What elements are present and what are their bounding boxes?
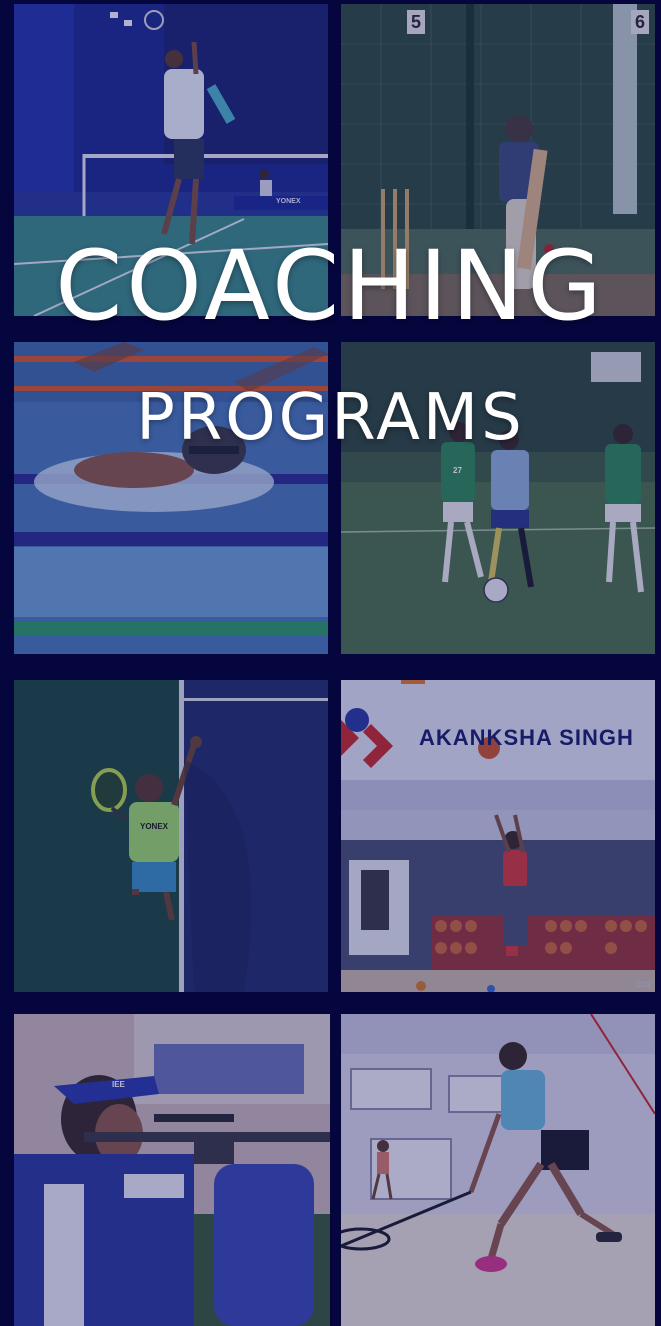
- badminton-photo: [14, 4, 328, 316]
- shooting-photo: [14, 1014, 330, 1326]
- squash-tile[interactable]: [341, 1014, 655, 1326]
- cricket-tile[interactable]: 5 6: [341, 4, 655, 316]
- visor-text: IEE: [112, 1080, 125, 1089]
- sports-photo-grid: YONEX 5 6 27 YONEX AKANKSHA SINGH ccs IE…: [0, 0, 661, 1326]
- swimming-photo: [14, 342, 328, 654]
- net-number-5: 5: [407, 10, 426, 34]
- jersey-number: 27: [453, 466, 462, 475]
- cricket-photo: [341, 4, 655, 316]
- corner-watermark: ccs: [636, 979, 651, 990]
- tennis-tile[interactable]: YONEX: [14, 680, 328, 992]
- squash-photo: [341, 1014, 655, 1326]
- shooting-tile[interactable]: IEE: [14, 1014, 330, 1326]
- wall-sign-text: AKANKSHA SINGH: [419, 725, 634, 750]
- tennis-photo: [14, 680, 328, 992]
- badminton-tile[interactable]: YONEX: [14, 4, 328, 316]
- football-tile[interactable]: 27: [341, 342, 655, 654]
- tennis-shirt-text: YONEX: [140, 822, 169, 831]
- football-photo: [341, 342, 655, 654]
- basketball-tile[interactable]: AKANKSHA SINGH ccs: [341, 680, 655, 992]
- yonex-banner-text: YONEX: [276, 198, 301, 205]
- swimming-tile[interactable]: [14, 342, 328, 654]
- net-number-6: 6: [631, 10, 650, 34]
